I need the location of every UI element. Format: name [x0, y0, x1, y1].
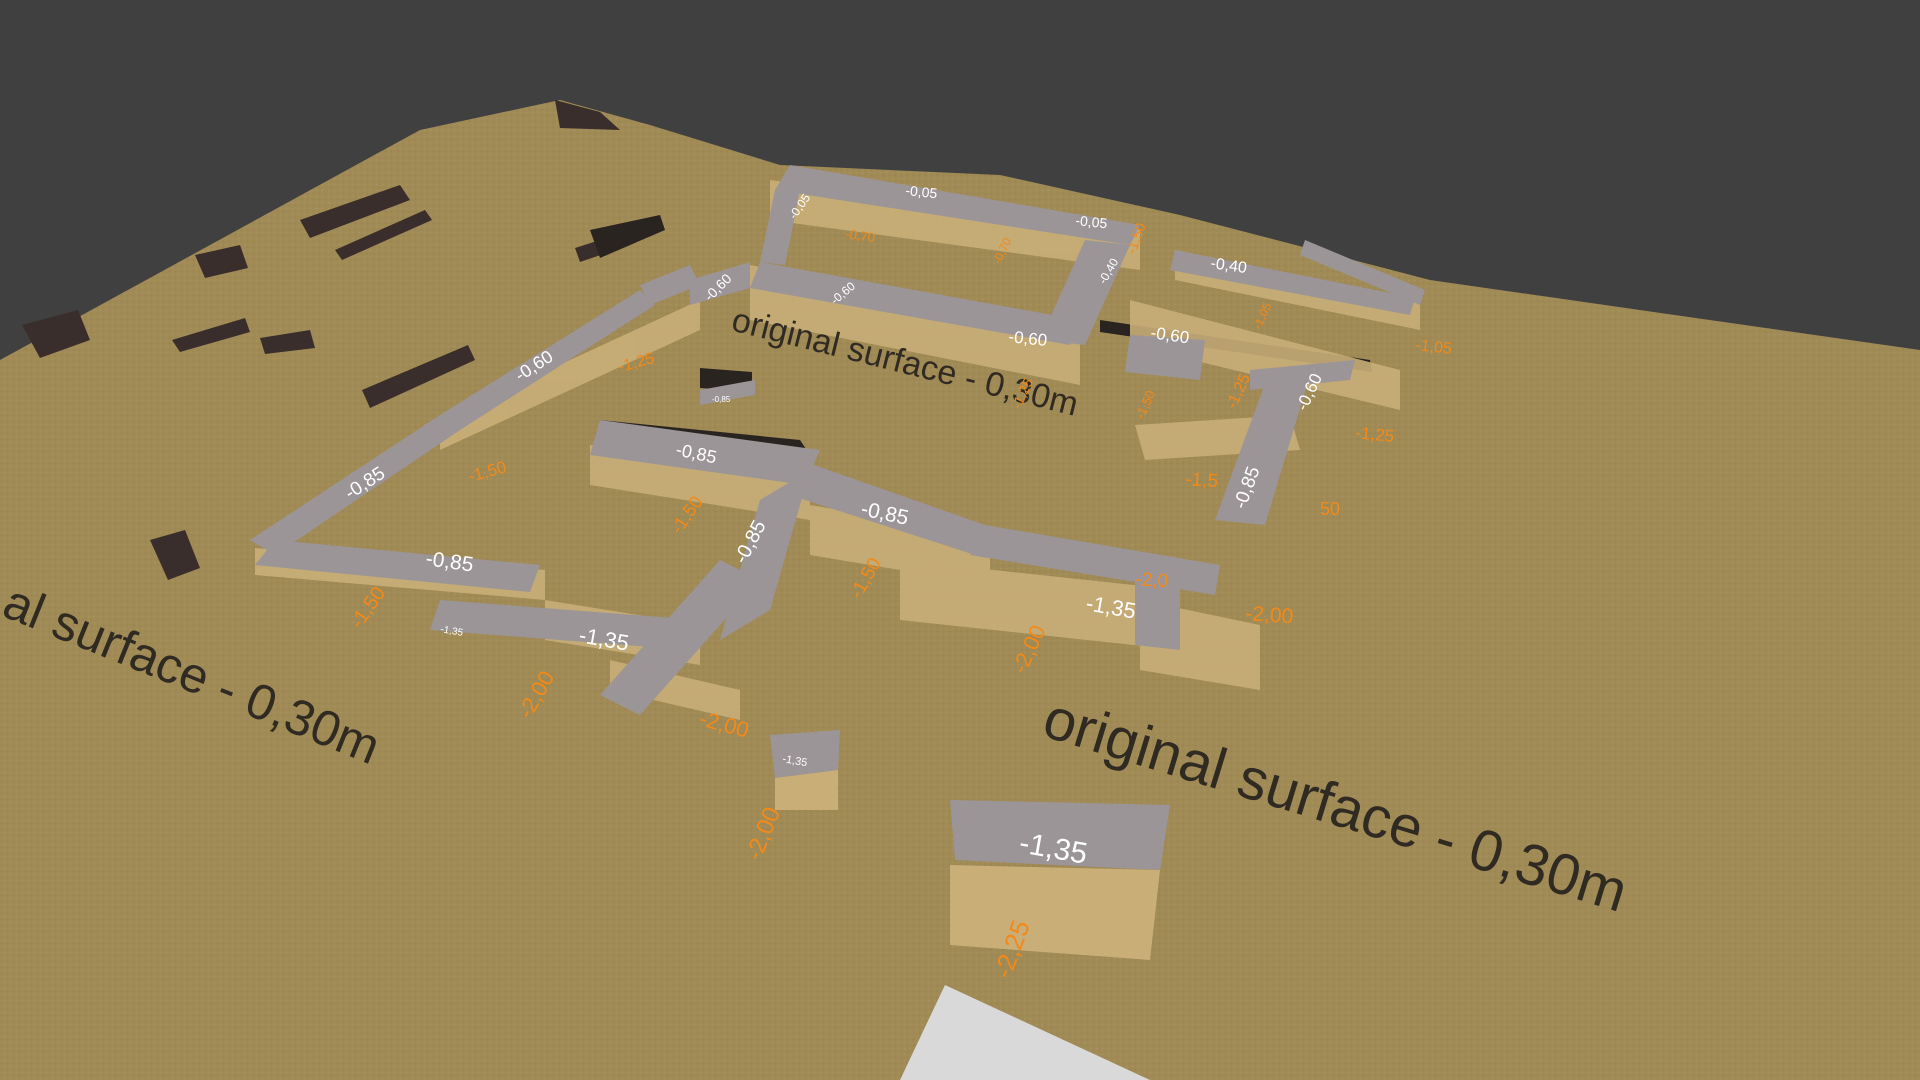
top-label: -0,05 [1075, 212, 1109, 231]
depth-label: -1,25 [1355, 423, 1396, 446]
top-label: -0,60 [1008, 327, 1049, 350]
depth-label: -2,0 [1135, 569, 1169, 592]
pad-side [950, 865, 1160, 960]
foundation-depth-diagram: original surface - 0,30m al surface - 0,… [0, 0, 1920, 1080]
foundation-top [770, 730, 840, 778]
top-label: -0,05 [905, 182, 939, 201]
depth-label: 50 [1320, 499, 1340, 519]
depth-label: -1,5 [1185, 469, 1219, 492]
depth-label: -2,00 [1245, 602, 1294, 628]
top-label: -0,85 [712, 395, 731, 404]
